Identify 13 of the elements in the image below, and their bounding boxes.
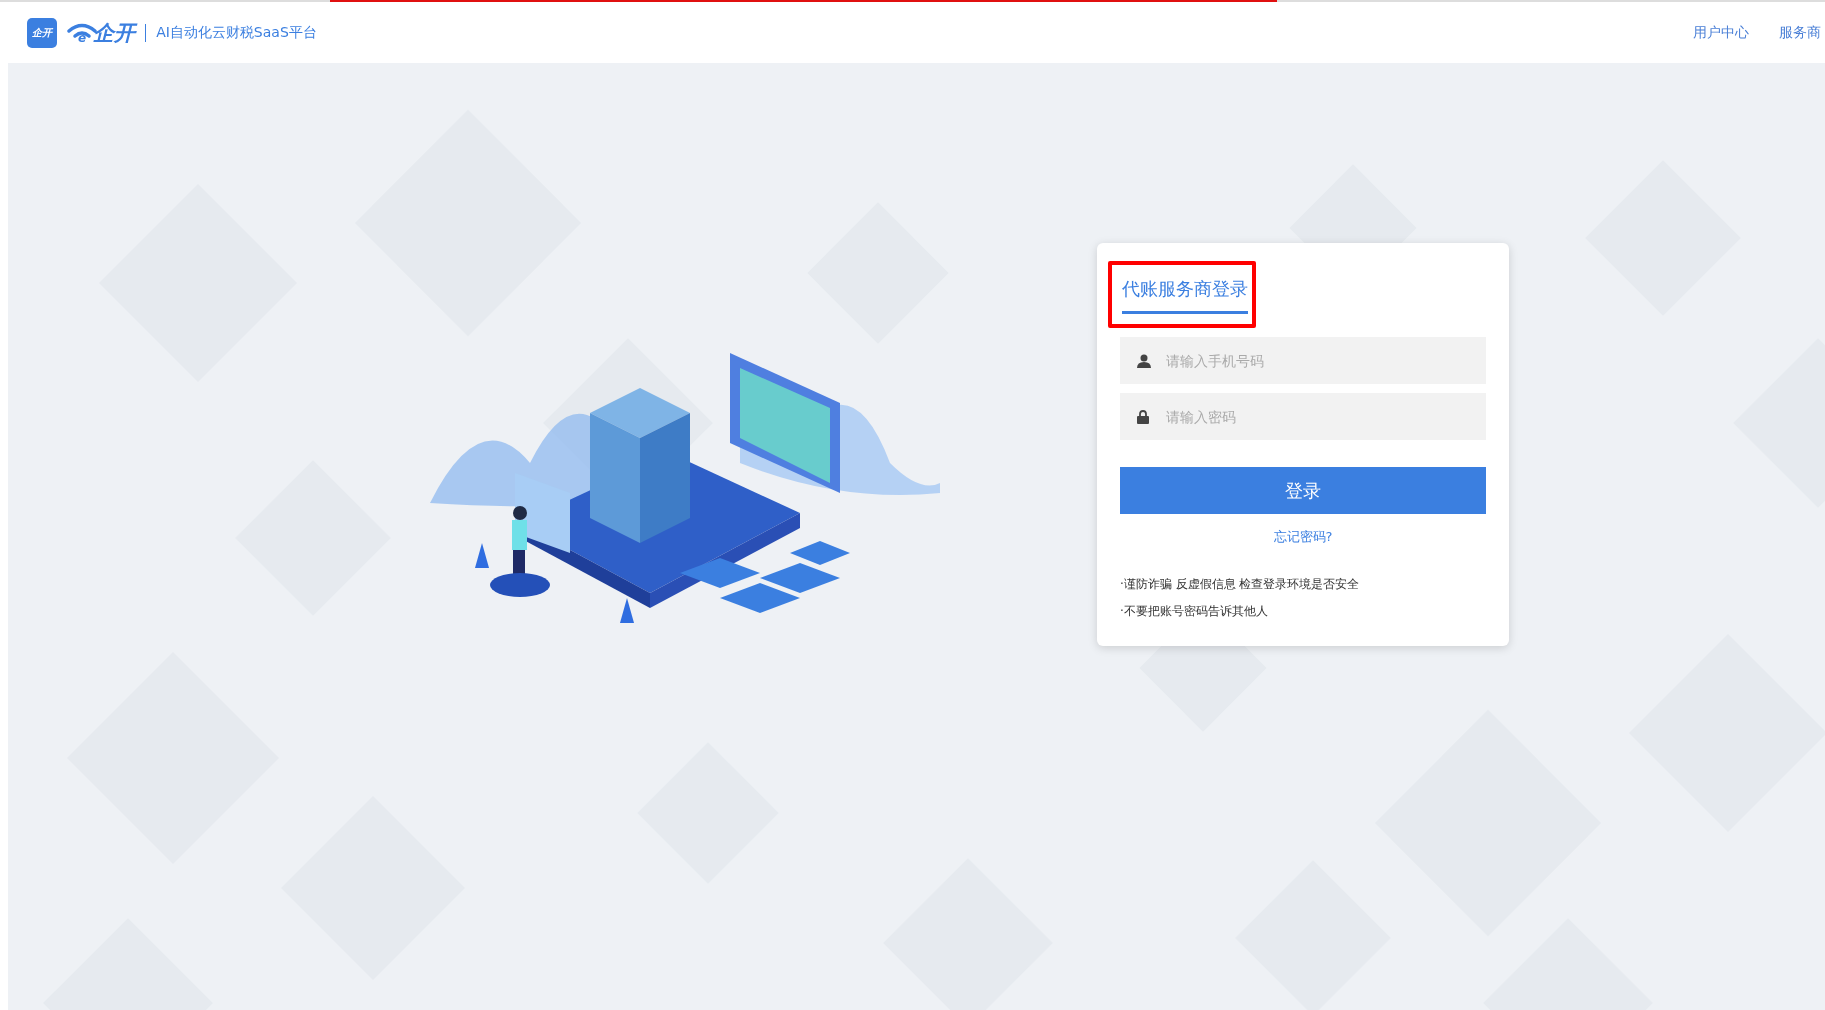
login-button[interactable]: 登录 [1120, 467, 1486, 514]
logo-wordmark: 企开 [93, 22, 136, 44]
forgot-password-link[interactable]: 忘记密码? [1273, 528, 1333, 546]
security-note: ·谨防诈骗 反虚假信息 检查登录环境是否安全 [1120, 576, 1361, 593]
app-logo: 企开 [27, 17, 57, 48]
logo-letter: e [78, 31, 87, 44]
tagline: AI自动化云财税SaaS平台 [156, 23, 317, 42]
nav-link[interactable]: 服务商 [1779, 23, 1821, 42]
security-note: ·不要把账号密码告诉其他人 [1120, 603, 1269, 620]
nav-link[interactable]: 用户中心 [1693, 23, 1749, 42]
login-title[interactable]: 代账服务商登录 [1122, 277, 1248, 314]
input-field[interactable]: 请输入手机号码 [1120, 337, 1486, 384]
input-field[interactable]: 请输入密码 [1120, 393, 1486, 440]
